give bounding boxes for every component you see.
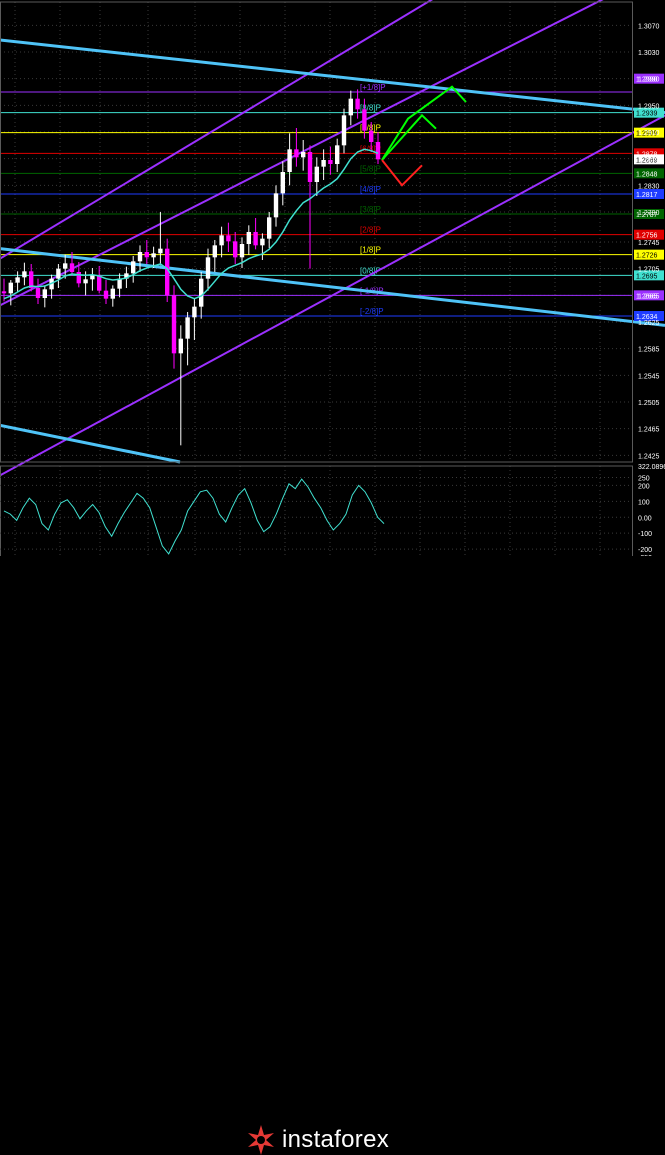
candle-body bbox=[335, 145, 340, 164]
price-tick-label: 1.2870 bbox=[638, 157, 660, 164]
price-tick-label: 1.2790 bbox=[638, 210, 660, 217]
murrey-label: [4/8]P bbox=[360, 185, 381, 194]
candle-body bbox=[35, 288, 41, 298]
candle-body bbox=[219, 235, 224, 246]
candle-body bbox=[260, 238, 265, 246]
candle-body bbox=[90, 275, 95, 280]
cci-tick-label: 0.00 bbox=[638, 515, 652, 522]
logo-text: instaforex bbox=[282, 1126, 390, 1153]
candle-body bbox=[246, 232, 251, 244]
logo: instaforex bbox=[246, 1125, 389, 1155]
candle-body bbox=[375, 142, 381, 160]
candle-body bbox=[56, 268, 61, 279]
cci-tick-label: 322.0896 bbox=[638, 464, 665, 471]
chart-svg: [+1/8]P[8/8]P[7/8]P[6/8]P[5/8]P[4/8]P[3/… bbox=[0, 0, 665, 605]
candle-body bbox=[273, 193, 279, 218]
candle-body bbox=[280, 172, 285, 194]
candle-body bbox=[144, 252, 149, 258]
cci-tick-label: 250 bbox=[638, 475, 650, 482]
murrey-label: [+1/8]P bbox=[360, 83, 386, 92]
price-tick-label: 1.2990 bbox=[638, 77, 660, 84]
cci-tick-label: 200 bbox=[638, 483, 650, 490]
candle-body bbox=[158, 248, 163, 254]
candle-body bbox=[103, 290, 109, 299]
price-tick-label: 1.2830 bbox=[638, 183, 660, 190]
price-badge-text: 1.2695 bbox=[636, 273, 658, 280]
chart: [+1/8]P [8/8]P [7/8]P [6/8]P [5/8]P [4/8]P [3/… bbox=[0, 0, 665, 605]
candle-body bbox=[307, 152, 313, 182]
candle-body bbox=[267, 217, 272, 239]
murrey-label: [-2/8]P bbox=[360, 307, 384, 316]
price-tick-label: 1.2745 bbox=[638, 240, 660, 247]
price-tick-label: 1.2505 bbox=[638, 400, 660, 407]
candle-body bbox=[69, 263, 75, 272]
candle-body bbox=[15, 277, 20, 283]
candle-body bbox=[171, 295, 177, 354]
price-badge-text: 1.2848 bbox=[636, 171, 658, 178]
price-tick-label: 1.2910 bbox=[638, 130, 660, 137]
candle-body bbox=[321, 160, 326, 167]
price-tick-label: 1.3070 bbox=[638, 23, 660, 30]
price-badge-text: 1.2939 bbox=[636, 111, 658, 118]
price-tick-label: 1.2585 bbox=[638, 347, 660, 354]
candle-body bbox=[131, 261, 136, 274]
candle-body bbox=[314, 166, 319, 182]
candle-body bbox=[97, 275, 102, 291]
candle-body bbox=[8, 282, 13, 294]
candle-body bbox=[212, 245, 217, 258]
price-badge-text: 1.2817 bbox=[636, 192, 658, 199]
candle-body bbox=[301, 152, 306, 158]
candle-body bbox=[226, 235, 231, 242]
murrey-label: [3/8]P bbox=[360, 205, 381, 214]
cci-tick-label: -100 bbox=[638, 531, 652, 538]
price-tick-label: 1.2545 bbox=[638, 373, 660, 380]
price-tick-label: 1.2950 bbox=[638, 103, 660, 110]
candle-body bbox=[83, 279, 88, 284]
candle-body bbox=[362, 109, 367, 131]
candle-body bbox=[137, 252, 143, 262]
candle-body bbox=[205, 257, 211, 279]
candle-body bbox=[239, 244, 245, 258]
candle-body bbox=[253, 232, 258, 246]
candle-body bbox=[192, 306, 197, 318]
candle-body bbox=[22, 271, 27, 278]
candle-body bbox=[369, 130, 374, 142]
footer: instaforex bbox=[0, 556, 665, 1155]
candle-body bbox=[63, 263, 68, 269]
candle-body bbox=[1, 291, 7, 294]
candle-body bbox=[355, 98, 360, 110]
price-badge-text: 1.2726 bbox=[636, 253, 658, 260]
candle-body bbox=[42, 289, 47, 298]
price-tick-label: 1.2665 bbox=[638, 293, 660, 300]
price-tick-label: 1.2625 bbox=[638, 320, 660, 327]
candle-body bbox=[348, 98, 353, 116]
price-tick-label: 1.3030 bbox=[638, 50, 660, 57]
candle-body bbox=[76, 272, 81, 284]
cci-tick-label: -200 bbox=[638, 547, 652, 554]
candle-body bbox=[151, 253, 156, 258]
price-tick-label: 1.2705 bbox=[638, 267, 660, 274]
candle-body bbox=[199, 278, 204, 307]
price-badge-text: 1.2756 bbox=[636, 233, 658, 240]
candle-body bbox=[233, 241, 238, 258]
murrey-label: [1/8]P bbox=[360, 246, 381, 255]
candle-body bbox=[328, 160, 333, 164]
candle-body bbox=[341, 115, 347, 146]
candle-body bbox=[110, 288, 115, 299]
murrey-label: [5/8]P bbox=[360, 164, 381, 173]
candle-body bbox=[185, 317, 190, 339]
cci-tick-label: 100 bbox=[638, 499, 650, 506]
murrey-label: [2/8]P bbox=[360, 226, 381, 235]
price-tick-label: 1.2425 bbox=[638, 453, 660, 460]
candle-body bbox=[287, 149, 292, 172]
price-tick-label: 1.2465 bbox=[638, 427, 660, 434]
candle-body bbox=[178, 338, 183, 354]
candle-body bbox=[294, 149, 299, 158]
instaforex-star-icon bbox=[248, 1125, 274, 1155]
